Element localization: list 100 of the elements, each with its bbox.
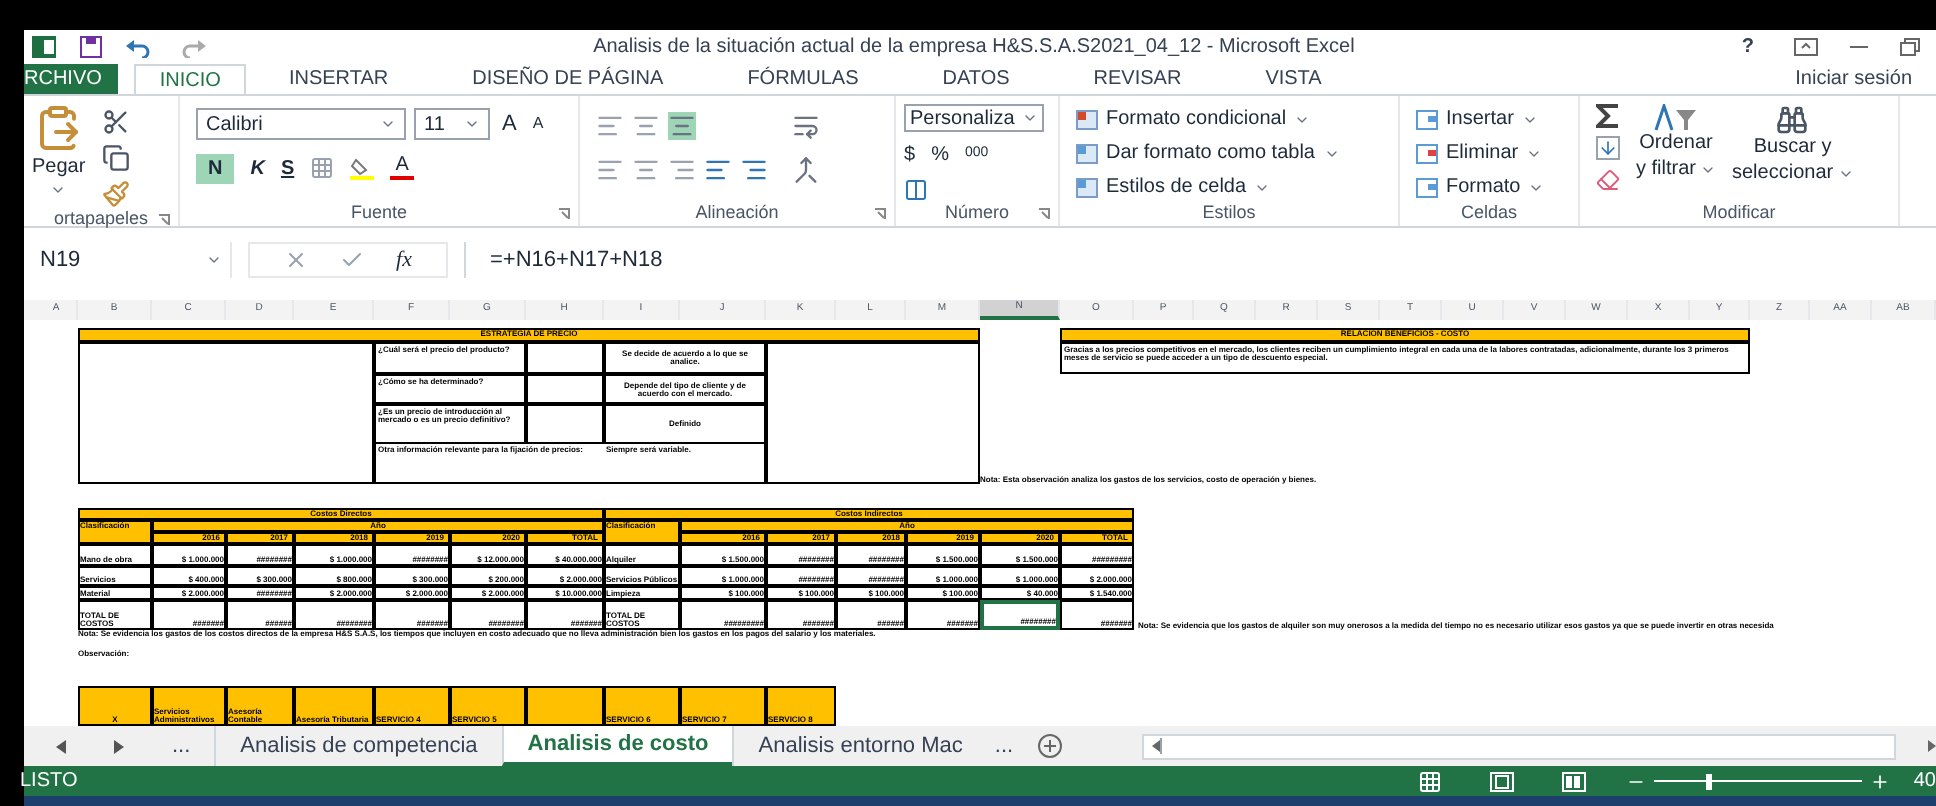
group-label: Celdas (1460, 200, 1517, 227)
add-sheet-icon[interactable] (1037, 734, 1062, 758)
eraser-icon[interactable] (1596, 168, 1620, 192)
caret-icon (1022, 110, 1038, 126)
zoom-level[interactable]: 40 (1913, 766, 1936, 796)
underline-button[interactable]: S (280, 153, 295, 183)
decrease-indent-icon[interactable] (704, 156, 732, 184)
restore-icon[interactable] (1900, 38, 1920, 56)
currency-button[interactable]: $ (904, 140, 916, 170)
cells-icon (1416, 143, 1438, 163)
shrink-font-button[interactable]: A (528, 112, 548, 137)
help-button[interactable]: ? (1741, 32, 1754, 62)
style-icon (1076, 109, 1098, 129)
page-layout-icon[interactable] (1489, 771, 1514, 791)
align-middle-icon[interactable] (632, 112, 660, 140)
bold-button[interactable]: N (196, 153, 235, 183)
align-top-icon[interactable] (596, 112, 624, 140)
more-sheets-button[interactable]: ... (994, 729, 1014, 763)
borders-icon[interactable] (310, 156, 335, 180)
group-label: Alineación (695, 200, 779, 227)
excel-logo-icon (32, 36, 56, 58)
style-icon (1076, 143, 1098, 163)
minimize-icon[interactable] (1850, 45, 1868, 49)
group-label: Modificar (1702, 200, 1776, 227)
cancel-icon[interactable] (284, 248, 309, 272)
ribbon-tab[interactable]: INICIO (133, 64, 247, 94)
font-name-field[interactable]: Calibri (196, 108, 406, 141)
scroll-right-icon[interactable] (1928, 740, 1936, 752)
style-menu-button[interactable]: Estilos de celda (1106, 172, 1247, 202)
horizontal-scrollbar[interactable] (1141, 733, 1896, 759)
dialog-launcher-icon[interactable] (1038, 208, 1050, 220)
scroll-right-icon[interactable] (114, 739, 124, 753)
formula-field[interactable]: =+N16+N17+N18 (464, 242, 1936, 278)
zoom-slider[interactable] (1653, 773, 1862, 789)
paste-button[interactable]: Pegar (32, 104, 86, 208)
enter-icon[interactable] (340, 248, 365, 272)
percent-button[interactable]: % (931, 140, 949, 170)
page-break-icon[interactable] (1561, 771, 1586, 791)
cells-menu-button[interactable]: Insertar (1446, 104, 1514, 134)
cells-menu-button[interactable]: Eliminar (1446, 138, 1519, 168)
cells-menu-button[interactable]: Formato (1446, 172, 1521, 202)
save-icon[interactable] (80, 36, 102, 58)
increase-indent-icon[interactable] (740, 156, 768, 184)
ribbon-tab[interactable]: VISTA (1241, 64, 1346, 94)
dialog-launcher-icon[interactable] (558, 208, 570, 220)
cut-icon[interactable] (101, 108, 130, 136)
undo-icon[interactable] (126, 37, 150, 57)
fill-down-icon[interactable] (1596, 136, 1620, 160)
empty-cell (526, 404, 604, 444)
sort-filter-icon (1654, 104, 1698, 132)
group-label: Fuente (350, 200, 408, 227)
empty-cell (526, 342, 604, 374)
binoculars-icon (1776, 104, 1809, 136)
zoom-in-icon[interactable] (1869, 771, 1890, 791)
group-label: ortapapeles (53, 206, 149, 233)
align-bottom-icon[interactable] (668, 112, 696, 140)
fill-color-icon[interactable] (350, 156, 375, 180)
number-format-field[interactable]: Personaliza (904, 104, 1044, 132)
caret-icon (206, 252, 222, 268)
caret-icon (50, 182, 67, 198)
dialog-launcher-icon[interactable] (874, 208, 886, 220)
align-center-icon[interactable] (632, 156, 660, 184)
clipboard-icon (34, 104, 83, 152)
file-tab[interactable]: RCHIVO (24, 64, 118, 94)
style-menu-button[interactable]: Dar formato como tabla (1106, 138, 1315, 168)
cells-icon (1416, 109, 1438, 129)
cells-icon (1416, 177, 1438, 197)
find-select-button[interactable]: Buscar y seleccionar (1732, 104, 1854, 202)
wrap-text-icon[interactable] (792, 112, 820, 140)
font-size-field[interactable]: 11 (414, 108, 490, 141)
ribbon-tab[interactable]: DISEÑO DE PÁGINA (448, 64, 688, 94)
style-icon (1076, 177, 1098, 197)
grow-font-button[interactable]: A (498, 108, 521, 141)
insert-function-button[interactable]: fx (396, 243, 412, 277)
normal-view-icon[interactable] (1417, 769, 1442, 793)
ribbon-tab[interactable]: DATOS (918, 64, 1034, 94)
ribbon-tab[interactable]: INSERTAR (264, 64, 413, 94)
service-cell (526, 686, 604, 726)
sort-filter-button[interactable]: Ordenar y filtrar (1636, 104, 1716, 202)
autosum-icon[interactable] (1596, 104, 1620, 128)
style-menu-button[interactable]: Formato condicional (1106, 104, 1287, 134)
italic-button[interactable]: K (250, 153, 265, 183)
empty-cell (526, 374, 604, 404)
group-label: Estilos (1202, 200, 1256, 227)
font-color-button[interactable]: A (390, 156, 415, 180)
align-right-icon[interactable] (668, 156, 696, 184)
ribbon-tab[interactable]: REVISAR (1069, 64, 1206, 94)
align-left-icon[interactable] (596, 156, 624, 184)
scroll-left-icon (1151, 740, 1160, 752)
status-text: LISTO (20, 768, 78, 796)
copy-icon[interactable] (101, 144, 130, 172)
more-sheets-button[interactable]: ... (172, 729, 191, 763)
ribbon-tab[interactable]: FÓRMULAS (723, 64, 883, 94)
sheet-tab[interactable]: Analisis de costo (501, 726, 733, 766)
name-box[interactable]: N19 (32, 242, 232, 278)
sign-in-link[interactable]: Iniciar sesión (1795, 64, 1912, 94)
merge-icon[interactable] (792, 156, 820, 184)
ribbon-display-icon[interactable] (1794, 38, 1818, 56)
scroll-left-icon[interactable] (56, 739, 66, 753)
dialog-launcher-icon[interactable] (158, 214, 170, 226)
